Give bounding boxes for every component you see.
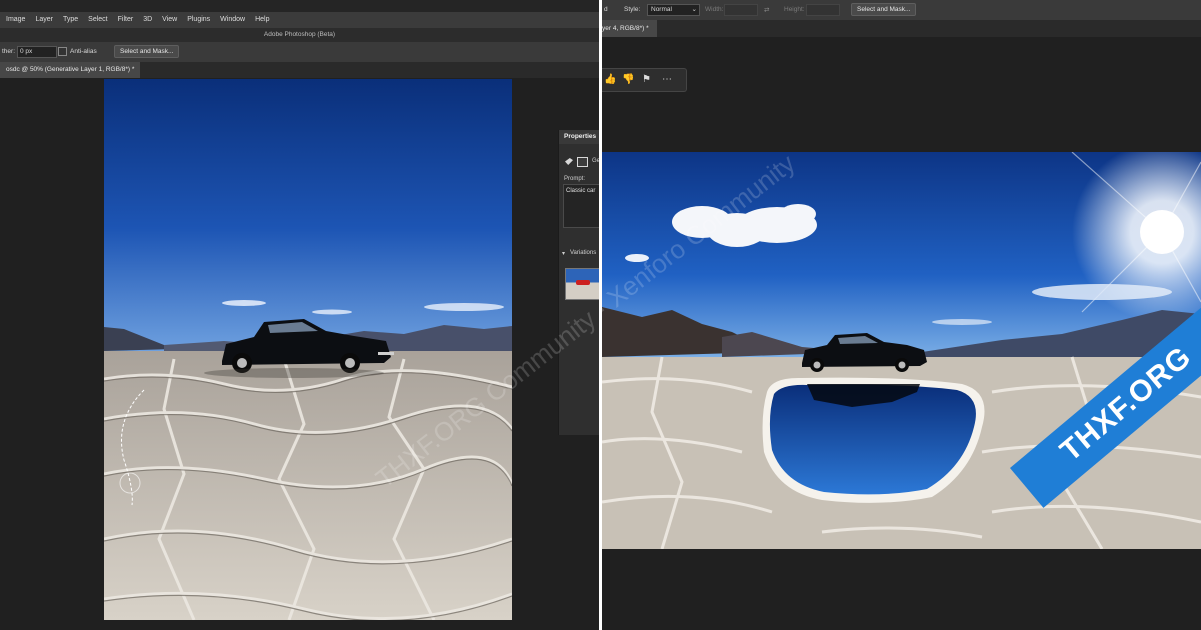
feather-label: ther: xyxy=(2,48,16,55)
prompt-text: Classic car xyxy=(566,188,596,194)
height-label: Height: xyxy=(784,6,805,13)
feedback-toolbar: 👍 👎 ⚑ ⋯ xyxy=(602,68,687,92)
menu-select[interactable]: Select xyxy=(83,12,112,28)
menu-bar: Image Layer Type Select Filter 3D View Plugins W… xyxy=(0,12,599,28)
canvas-image-left xyxy=(104,79,512,620)
more-icon[interactable]: ⋯ xyxy=(662,74,674,86)
style-value: Normal xyxy=(651,6,672,13)
variations-toggle[interactable]: ▾ xyxy=(562,250,565,257)
width-label: Width: xyxy=(705,6,724,13)
style-label: Style: xyxy=(624,6,641,13)
left-screenshot: Image Layer Type Select Filter 3D View Plugins W… xyxy=(0,0,599,630)
menu-filter[interactable]: Filter xyxy=(113,12,139,28)
options-prefix: d xyxy=(604,6,608,13)
feather-input[interactable]: 0 px xyxy=(17,46,57,58)
prompt-label: Prompt: xyxy=(564,176,586,182)
prompt-input[interactable]: Classic car xyxy=(563,184,599,228)
thumbs-down-icon[interactable]: 👎 xyxy=(622,74,634,86)
options-bar: ther: 0 px Anti-alias Select and Mask... xyxy=(0,42,599,62)
select-and-mask-button-right[interactable]: Select and Mask... xyxy=(851,3,917,16)
canvas-image-right xyxy=(602,152,1201,549)
anti-alias-label: Anti-alias xyxy=(70,48,97,55)
flag-icon[interactable]: ⚑ xyxy=(642,74,654,86)
document-tab-bar: osdc @ 50% (Generative Layer 1, RGB/8*) … xyxy=(0,62,599,78)
select-and-mask-button[interactable]: Select and Mask... xyxy=(114,45,180,58)
app-title: Adobe Photoshop (Beta) xyxy=(0,28,599,42)
properties-title: Properties xyxy=(559,130,599,144)
chevron-down-icon: ⌄ xyxy=(691,6,697,13)
swap-icon[interactable]: ⇄ xyxy=(764,6,769,14)
document-tab-right[interactable]: yer 4, RGB/8*) * xyxy=(602,20,657,37)
layer-thumbnail-icon xyxy=(577,157,588,167)
thumbs-up-icon[interactable]: 👍 xyxy=(604,74,616,86)
menu-image[interactable]: Image xyxy=(0,12,30,28)
height-input[interactable] xyxy=(806,4,840,16)
menu-plugins[interactable]: Plugins xyxy=(182,12,215,28)
red-car-thumb xyxy=(576,280,590,285)
variations-label: Variations xyxy=(570,250,597,256)
menu-3d[interactable]: 3D xyxy=(138,12,157,28)
document-tab-bar-right: yer 4, RGB/8*) * xyxy=(602,20,1201,37)
options-bar-right: d Style: Normal ⌄ Width: ⇄ Height: Selec… xyxy=(602,0,1201,20)
selection-outline xyxy=(119,389,145,506)
layer-label: Ge xyxy=(592,158,599,164)
generative-layer-icon xyxy=(565,158,573,165)
menu-view[interactable]: View xyxy=(157,12,182,28)
menu-help[interactable]: Help xyxy=(250,12,274,28)
menu-layer[interactable]: Layer xyxy=(30,12,58,28)
menu-type[interactable]: Type xyxy=(58,12,83,28)
menu-window[interactable]: Window xyxy=(215,12,250,28)
width-input[interactable] xyxy=(724,4,758,16)
document-tab[interactable]: osdc @ 50% (Generative Layer 1, RGB/8*) … xyxy=(0,62,141,78)
properties-panel: Properties Ge Prompt: Classic car ▾ Vari… xyxy=(558,130,599,435)
style-select[interactable]: Normal ⌄ xyxy=(647,4,700,16)
anti-alias-checkbox[interactable] xyxy=(58,47,67,56)
right-screenshot: d Style: Normal ⌄ Width: ⇄ Height: Selec… xyxy=(602,0,1201,630)
